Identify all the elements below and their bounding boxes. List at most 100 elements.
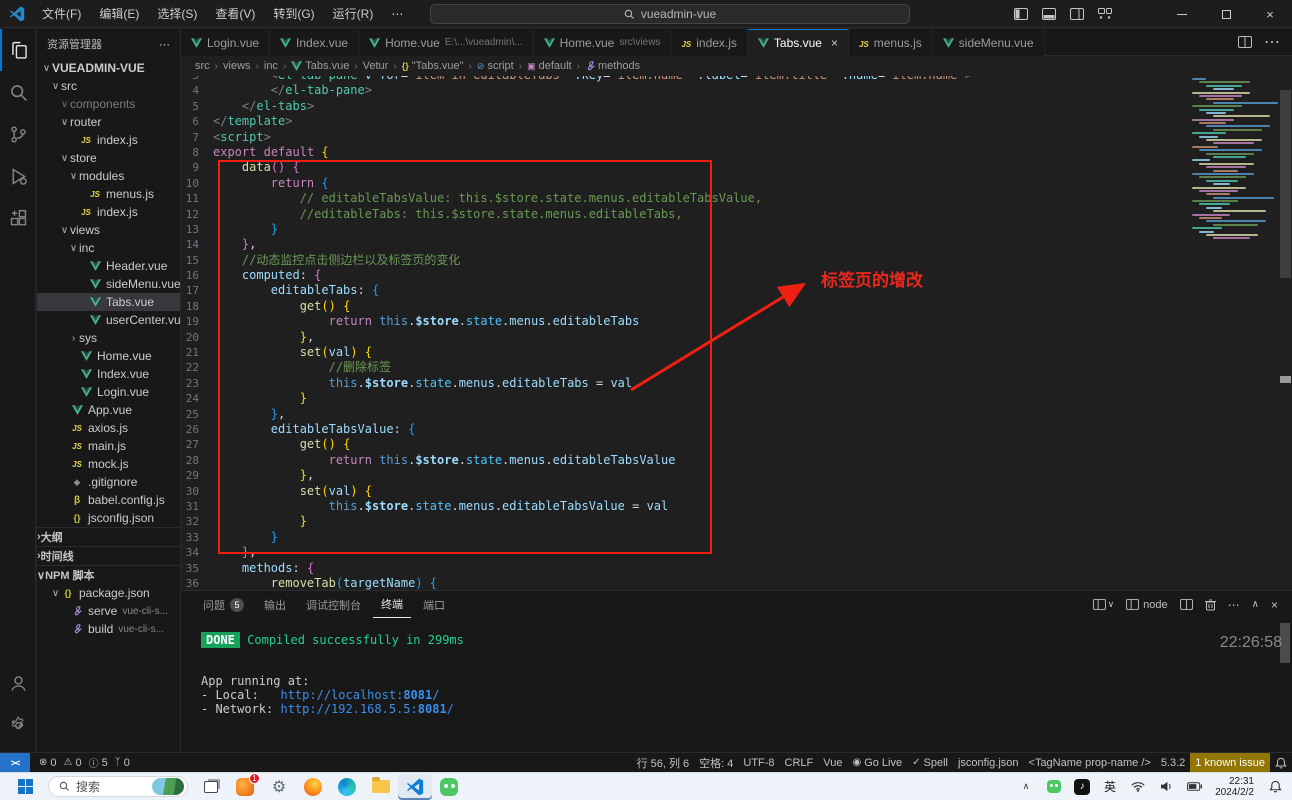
notification-app-icon[interactable]: 1 bbox=[228, 774, 262, 800]
tree-item-jsconfig.json[interactable]: {}jsconfig.json bbox=[37, 509, 180, 527]
panel-tab-调试控制台[interactable]: 调试控制台 bbox=[298, 591, 369, 618]
panel-tab-终端[interactable]: 终端 bbox=[373, 591, 411, 618]
explorer-more-icon[interactable]: ⋯ bbox=[159, 38, 170, 51]
problems-status[interactable]: ⊗0⚠0ⓘ5ᛉ0 bbox=[30, 753, 135, 773]
tree-item-serve[interactable]: servevue-cli-s... bbox=[37, 602, 180, 620]
restore-button[interactable] bbox=[1204, 0, 1248, 28]
file-explorer-icon[interactable] bbox=[364, 774, 398, 800]
ime-indicator[interactable]: 英 bbox=[1097, 774, 1123, 800]
status-jsconfig.json[interactable]: jsconfig.json bbox=[953, 753, 1024, 773]
menu-⋯[interactable]: ⋯ bbox=[382, 0, 412, 28]
minimap[interactable] bbox=[1192, 78, 1278, 248]
run-debug-icon[interactable] bbox=[0, 155, 36, 197]
terminal-node-tab[interactable]: node bbox=[1126, 599, 1167, 611]
menu-转到(G)[interactable]: 转到(G) bbox=[264, 0, 323, 28]
vscode-taskbar-icon[interactable] bbox=[398, 774, 432, 800]
toggle-sidebar-icon[interactable] bbox=[1014, 8, 1028, 20]
tree-item-store[interactable]: ∨store bbox=[37, 149, 180, 167]
customize-layout-icon[interactable] bbox=[1098, 8, 1112, 20]
section-时间线[interactable]: ›时间线 bbox=[37, 546, 180, 565]
tab-Tabs.vue[interactable]: Tabs.vue× bbox=[748, 29, 849, 56]
tree-item-main.js[interactable]: JSmain.js bbox=[37, 437, 180, 455]
terminal-output[interactable]: DONE Compiled successfully in 299ms App … bbox=[181, 621, 1276, 752]
clock[interactable]: 22:31 2024/2/2 bbox=[1209, 776, 1260, 798]
scrollbar-handle[interactable] bbox=[1280, 90, 1291, 278]
breadcrumb-Tabs.vue[interactable]: Tabs.vue bbox=[291, 60, 349, 72]
maximize-panel-icon[interactable]: ∧ bbox=[1252, 599, 1259, 610]
tree-item-Home.vue[interactable]: Home.vue bbox=[37, 347, 180, 365]
menu-运行(R)[interactable]: 运行(R) bbox=[324, 0, 383, 28]
editor-scrollbar[interactable] bbox=[1279, 76, 1292, 590]
minimize-button[interactable] bbox=[1160, 0, 1204, 28]
tree-item-mock.js[interactable]: JSmock.js bbox=[37, 455, 180, 473]
breadcrumb-default[interactable]: ▣default bbox=[527, 60, 572, 72]
files-icon[interactable] bbox=[0, 29, 36, 71]
tree-item-Login.vue[interactable]: Login.vue bbox=[37, 383, 180, 401]
tree-item-build[interactable]: buildvue-cli-s... bbox=[37, 620, 180, 638]
split-editor-icon[interactable] bbox=[1238, 36, 1252, 48]
panel-more-icon[interactable]: ⋯ bbox=[1228, 598, 1240, 612]
remote-indicator[interactable]: >< bbox=[0, 753, 30, 773]
breadcrumb-src[interactable]: src bbox=[195, 60, 210, 72]
tab-Home.vue[interactable]: Home.vuesrc\views bbox=[534, 29, 672, 56]
tree-item-menus.js[interactable]: JSmenus.js bbox=[37, 185, 180, 203]
menu-编辑(E)[interactable]: 编辑(E) bbox=[90, 0, 148, 28]
close-button[interactable]: × bbox=[1248, 0, 1292, 28]
tree-item-router[interactable]: ∨router bbox=[37, 113, 180, 131]
edge-icon[interactable] bbox=[330, 774, 364, 800]
search-icon[interactable] bbox=[0, 71, 36, 113]
battery-icon[interactable] bbox=[1181, 774, 1207, 800]
command-center-search[interactable]: vueadmin-vue bbox=[430, 4, 910, 24]
tab-index.js[interactable]: JSindex.js bbox=[671, 29, 747, 56]
panel-tab-端口[interactable]: 端口 bbox=[415, 591, 453, 618]
network-url-link[interactable]: http://192.168.5.5:8081/ bbox=[280, 702, 453, 716]
tiktok-icon[interactable]: ♪ bbox=[1069, 774, 1095, 800]
local-url-link[interactable]: http://localhost:8081/ bbox=[280, 688, 439, 702]
tree-item-modules[interactable]: ∨modules bbox=[37, 167, 180, 185]
breadcrumb-script[interactable]: ⊘script bbox=[477, 60, 514, 72]
tray-wechat-icon[interactable] bbox=[1041, 774, 1067, 800]
status-行 56, 列 6[interactable]: 行 56, 列 6 bbox=[632, 753, 695, 773]
tree-item-inc[interactable]: ∨inc bbox=[37, 239, 180, 257]
tree-item-babel.config.js[interactable]: βbabel.config.js bbox=[37, 491, 180, 509]
status-空格: 4[interactable]: 空格: 4 bbox=[694, 753, 738, 773]
tab-Home.vue[interactable]: Home.vueE:\...\vueadmin\... bbox=[359, 29, 534, 56]
split-terminal-icon[interactable] bbox=[1180, 599, 1193, 610]
editor-more-icon[interactable]: ⋯ bbox=[1264, 32, 1280, 52]
launch-profile-icon[interactable]: ∨ bbox=[1093, 599, 1115, 610]
tree-item-App.vue[interactable]: App.vue bbox=[37, 401, 180, 419]
tab-Login.vue[interactable]: Login.vue bbox=[181, 29, 270, 56]
extensions-icon[interactable] bbox=[0, 197, 36, 239]
tab-Index.vue[interactable]: Index.vue bbox=[270, 29, 359, 56]
status-UTF-8[interactable]: UTF-8 bbox=[738, 753, 779, 773]
breadcrumb-Vetur[interactable]: Vetur bbox=[363, 60, 389, 72]
notification-bell-icon[interactable] bbox=[1262, 774, 1288, 800]
breadcrumb-inc[interactable]: inc bbox=[264, 60, 278, 72]
tree-item-.gitignore[interactable]: ◆.gitignore bbox=[37, 473, 180, 491]
tree-item-components[interactable]: ∨components bbox=[37, 95, 180, 113]
kill-terminal-trash-icon[interactable] bbox=[1205, 599, 1216, 611]
toggle-secondary-sidebar-icon[interactable] bbox=[1070, 8, 1084, 20]
code-editor[interactable]: 3 <el-tab-pane v-for="item in editableTa… bbox=[181, 76, 1292, 590]
section-大纲[interactable]: ›大纲 bbox=[37, 527, 180, 546]
tree-item-sys[interactable]: ›sys bbox=[37, 329, 180, 347]
tree-item-Tabs.vue[interactable]: Tabs.vue bbox=[37, 293, 180, 311]
menu-查看(V)[interactable]: 查看(V) bbox=[206, 0, 264, 28]
status-Spell[interactable]: ✓Spell bbox=[907, 753, 953, 773]
wifi-icon[interactable] bbox=[1125, 774, 1151, 800]
section-NPM 脚本[interactable]: ∨NPM 脚本 bbox=[37, 565, 180, 584]
source-control-icon[interactable] bbox=[0, 113, 36, 155]
breadcrumb-methods[interactable]: methods bbox=[585, 60, 640, 72]
status-<TagName prop-name />[interactable]: <TagName prop-name /> bbox=[1024, 753, 1156, 773]
tray-expand-icon[interactable]: ∧ bbox=[1013, 774, 1039, 800]
tree-item-index.js[interactable]: JSindex.js bbox=[37, 203, 180, 221]
status-CRLF[interactable]: CRLF bbox=[780, 753, 819, 773]
close-panel-icon[interactable]: × bbox=[1271, 598, 1278, 612]
taskbar-search[interactable]: 搜索 bbox=[48, 776, 188, 797]
tab-sideMenu.vue[interactable]: sideMenu.vue bbox=[933, 29, 1045, 56]
volume-icon[interactable] bbox=[1153, 774, 1179, 800]
tree-item-userCenter.vue[interactable]: userCenter.vue bbox=[37, 311, 180, 329]
status-Vue[interactable]: Vue bbox=[818, 753, 847, 773]
wechat-icon[interactable] bbox=[432, 774, 466, 800]
panel-scrollbar[interactable] bbox=[1280, 623, 1290, 663]
